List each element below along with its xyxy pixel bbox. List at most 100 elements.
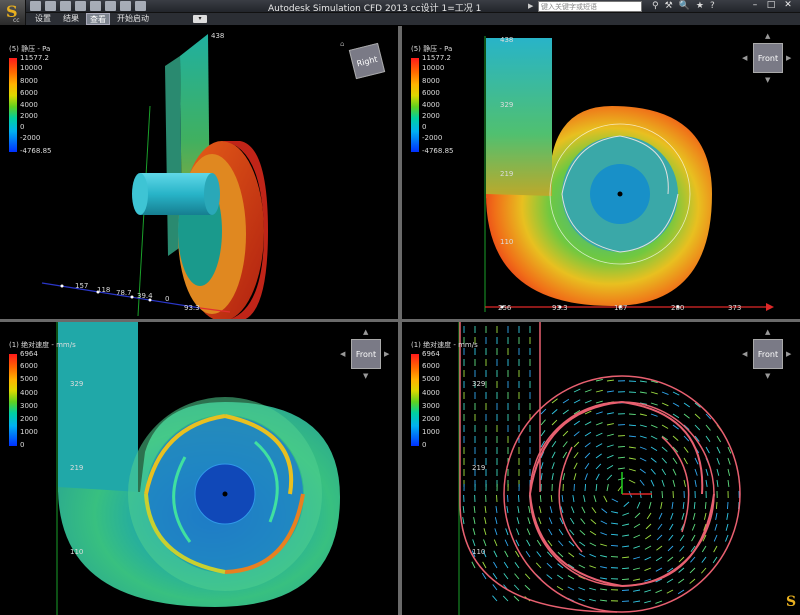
- search-arrow-icon[interactable]: ▶: [528, 2, 533, 10]
- viewcube-down-arrow-icon[interactable]: ▼: [765, 372, 770, 380]
- viewcube-down-arrow-icon[interactable]: ▼: [765, 76, 770, 84]
- velocity-vector: [524, 573, 531, 580]
- velocity-vector: [650, 413, 658, 417]
- viewport-velocity-contour[interactable]: (1) 绝对速度 - mm/s 6964 6000 5000 4000 3000…: [0, 322, 398, 615]
- velocity-vector: [655, 589, 663, 594]
- view-icon[interactable]: [120, 1, 131, 11]
- velocity-vector: [661, 468, 667, 476]
- viewport-velocity-vectors[interactable]: (1) 绝对速度 - mm/s 6964 6000 5000 4000 3000…: [402, 322, 800, 615]
- velocity-vector: [628, 479, 636, 484]
- menu-results[interactable]: 结果: [60, 13, 82, 25]
- velocity-vector: [694, 457, 699, 465]
- velocity-vector: [683, 457, 688, 465]
- legend-tick: 8000: [20, 77, 38, 85]
- velocity-vector: [639, 468, 646, 474]
- velocity-vector: [558, 540, 564, 547]
- viewcube-left-arrow-icon[interactable]: ◀: [742, 54, 747, 62]
- viewcube-right-arrow-icon[interactable]: ▶: [384, 350, 389, 358]
- viewcube[interactable]: Front: [753, 43, 783, 73]
- new-file-icon[interactable]: [30, 1, 41, 11]
- open-file-icon[interactable]: [45, 1, 56, 11]
- viewcube-right-arrow-icon[interactable]: ▶: [786, 350, 791, 358]
- axis-label: 157: [75, 282, 89, 290]
- print-icon[interactable]: [75, 1, 86, 11]
- redo-icon[interactable]: [105, 1, 116, 11]
- menu-getting-started[interactable]: 开始启动: [114, 13, 152, 25]
- velocity-vector: [584, 462, 590, 470]
- binoculars-icon[interactable]: ⚲: [652, 1, 659, 11]
- tools-icon[interactable]: ⚒: [665, 1, 673, 11]
- velocity-vector: [484, 517, 487, 525]
- velocity-vector: [584, 473, 588, 481]
- velocity-vector: [628, 446, 636, 449]
- velocity-vector: [583, 495, 586, 503]
- velocity-vector: [551, 462, 555, 470]
- velocity-vector: [584, 442, 591, 448]
- velocity-vector: [595, 400, 603, 404]
- velocity-vector: [606, 433, 614, 437]
- viewport-splitter-horizontal[interactable]: [0, 319, 800, 322]
- viewcube-left-arrow-icon[interactable]: ◀: [742, 350, 747, 358]
- axis-label: 110: [70, 548, 84, 556]
- close-button[interactable]: ✕: [781, 0, 795, 12]
- velocity-vector: [578, 553, 586, 558]
- search-input[interactable]: 键入关键字或短语: [538, 1, 642, 12]
- velocity-vector: [502, 595, 509, 602]
- velocity-vector: [644, 545, 652, 550]
- save-icon[interactable]: [60, 1, 71, 11]
- velocity-vector: [525, 550, 531, 558]
- velocity-vector: [494, 517, 498, 525]
- velocity-vector: [600, 566, 608, 569]
- minimize-button[interactable]: –: [748, 0, 762, 12]
- velocity-vector: [606, 423, 614, 426]
- viewport-pressure-front[interactable]: (5) 静压 - Pa 11577.2 10000 8000 6000 4000…: [402, 26, 800, 319]
- velocity-vector: [524, 584, 531, 591]
- velocity-vector: [701, 545, 707, 553]
- maximize-button[interactable]: □: [764, 0, 778, 12]
- legend-title: (1) 绝对速度 - mm/s: [411, 341, 478, 349]
- menu-dropdown-icon[interactable]: ▾: [193, 15, 207, 23]
- velocity-vector: [600, 554, 608, 558]
- velocity-vector: [567, 586, 575, 591]
- velocity-vector: [573, 441, 580, 448]
- velocity-vector: [600, 532, 608, 536]
- viewcube-up-arrow-icon[interactable]: ▲: [363, 328, 368, 336]
- menu-setup[interactable]: 设置: [32, 13, 54, 25]
- viewcube-down-arrow-icon[interactable]: ▼: [363, 372, 368, 380]
- velocity-vector: [704, 512, 707, 520]
- velocity-vector: [622, 534, 630, 537]
- undo-icon[interactable]: [90, 1, 101, 11]
- velocity-vector: [701, 556, 707, 563]
- star-icon[interactable]: ★: [696, 1, 704, 11]
- search-icon[interactable]: 🔍: [679, 1, 690, 11]
- velocity-vector: [539, 494, 542, 503]
- viewcube[interactable]: Front: [753, 339, 783, 369]
- velocity-vector: [672, 435, 679, 441]
- app-logo[interactable]: S cc: [0, 0, 26, 25]
- velocity-vector: [591, 507, 597, 514]
- velocity-vector: [473, 517, 476, 525]
- velocity-vector: [589, 587, 597, 591]
- velocity-vector: [595, 473, 600, 481]
- velocity-vector: [504, 550, 509, 558]
- viewcube-up-arrow-icon[interactable]: ▲: [765, 32, 770, 40]
- velocity-vector: [639, 424, 647, 428]
- velocity-vector: [633, 600, 641, 603]
- viewcube[interactable]: Front: [351, 339, 381, 369]
- viewcube-up-arrow-icon[interactable]: ▲: [765, 328, 770, 336]
- velocity-vector: [716, 435, 722, 443]
- velocity-vector: [606, 465, 614, 470]
- velocity-vector: [689, 578, 696, 584]
- legend-tick: 11577.2: [20, 54, 49, 62]
- viewcube-left-arrow-icon[interactable]: ◀: [340, 350, 345, 358]
- title-bar: Autodesk Simulation CFD 2013 cc设计 1=工况 1…: [0, 0, 800, 14]
- viewport-pressure-3d[interactable]: (5) 静压 - Pa 11577.2 10000 8000 6000 4000…: [0, 26, 398, 319]
- home-view-icon[interactable]: ⌂: [340, 40, 344, 48]
- help-icon[interactable]: ?: [710, 1, 715, 11]
- velocity-vector: [617, 445, 626, 448]
- viewcube-right-arrow-icon[interactable]: ▶: [786, 54, 791, 62]
- velocity-vector: [579, 529, 586, 536]
- menu-view[interactable]: 查看: [86, 13, 110, 25]
- layout-icon[interactable]: [135, 1, 146, 11]
- velocity-vector: [561, 495, 564, 503]
